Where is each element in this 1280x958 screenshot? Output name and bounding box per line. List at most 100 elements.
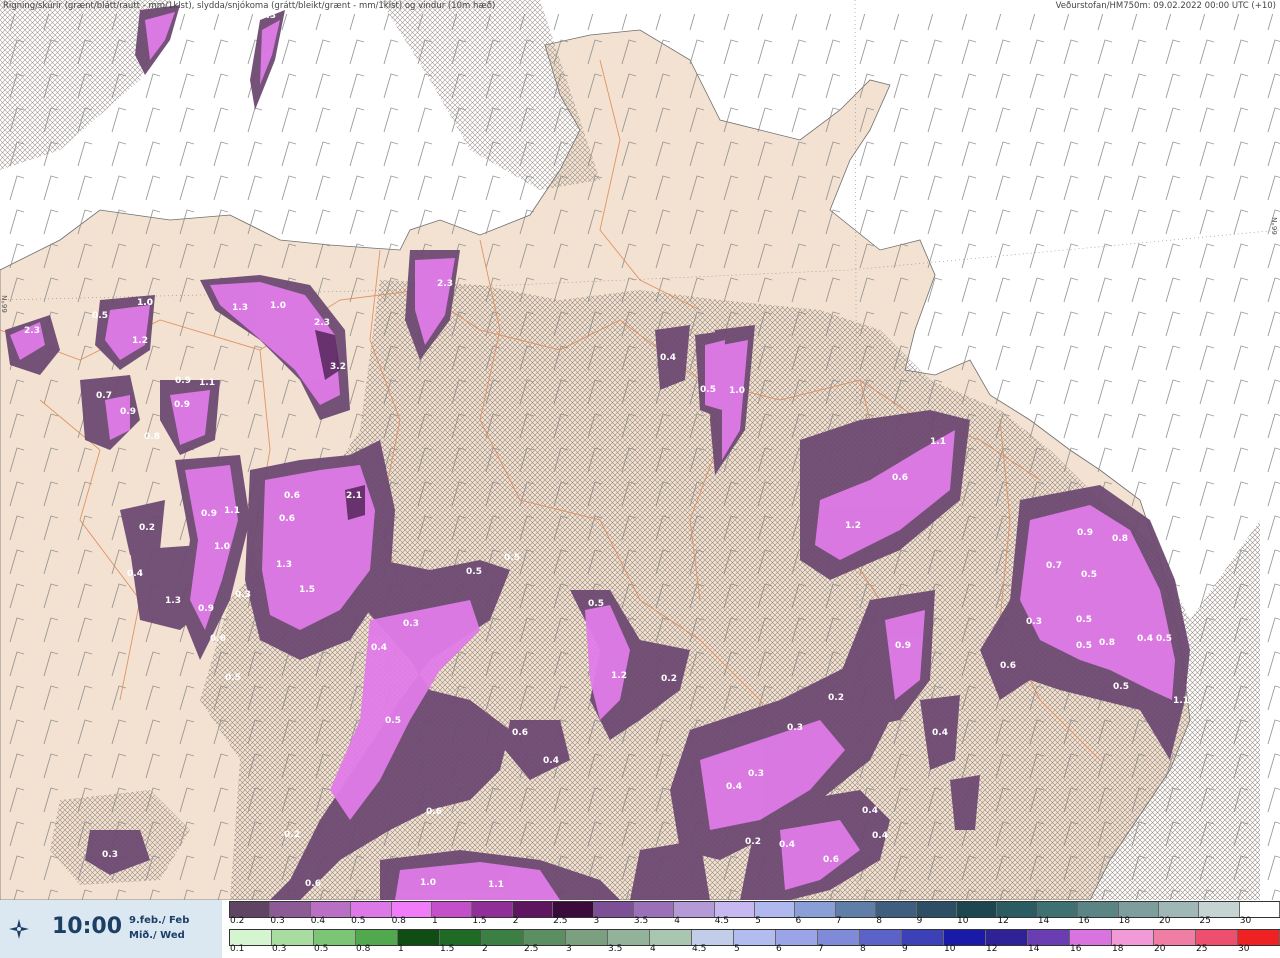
scale-label: 12: [997, 916, 1009, 926]
scale-label: 0.3: [272, 944, 287, 954]
precip-value: 0.5: [1076, 615, 1092, 625]
precip-value: 0.2: [661, 674, 677, 684]
scale-label: 30: [1238, 944, 1250, 954]
precip-value: 0.7: [96, 391, 112, 401]
precip-value: 0.9: [174, 400, 190, 410]
weather-map[interactable]: 2.3 1.0 2.3 1.2 1.0 0.5 0.9 0.7 0.9 1.1 0.9 0.8 2.3 1…: [0, 0, 1280, 900]
precip-value: 1.1: [1173, 696, 1189, 706]
scale-label: 18: [1112, 944, 1124, 954]
precip-value: 1.2: [132, 336, 148, 346]
scale-label: 4: [674, 916, 681, 926]
scale-label: 3: [593, 916, 600, 926]
scale-swatch: [1239, 902, 1280, 917]
precip-value: 1.1: [199, 378, 215, 388]
scale-label: 30: [1239, 916, 1252, 926]
precip-value: 0.3: [235, 590, 251, 600]
scale-swatch: [860, 930, 902, 945]
scale-label: 16: [1078, 916, 1090, 926]
precip-value: 0.4: [862, 806, 878, 816]
scale-swatch: [431, 902, 473, 917]
precip-value: 0.3: [1026, 617, 1042, 627]
precip-value: 0.6: [426, 807, 442, 817]
precip-value: 0.6: [892, 473, 908, 483]
scale-label: 7: [835, 916, 842, 926]
precip-value: 0.9: [175, 376, 191, 386]
scale-label: 20: [1158, 916, 1171, 926]
precip-value: 0.8: [1099, 638, 1115, 648]
forecast-time: 10:00: [52, 914, 123, 939]
forecast-date-line2: Mið./ Wed: [129, 930, 185, 941]
precip-value: 0.5: [1081, 570, 1097, 580]
scale-swatch: [674, 902, 715, 917]
precip-value: 0.4: [371, 643, 387, 653]
scale-label: 0.8: [356, 944, 371, 954]
scale-swatch: [310, 902, 352, 917]
scale-swatch: [944, 930, 986, 945]
scale-swatch: [734, 930, 776, 945]
precip-value: 1.1: [930, 437, 946, 447]
map-header-right: Veðurstofan/HM750m: 09.02.2022 00:00 UTC…: [1055, 1, 1276, 11]
wind-compass-icon[interactable]: [8, 918, 30, 940]
precip-value: 0.5: [504, 553, 520, 563]
precip-value: 0.9: [895, 641, 911, 651]
precip-value: 1.1: [224, 506, 240, 516]
scale-label: 4: [650, 944, 656, 954]
latitude-label-east: 66°N: [1270, 217, 1279, 235]
precip-value: 1.0: [420, 878, 436, 888]
precip-value: 0.4: [726, 782, 742, 792]
precip-value: 1.5: [299, 585, 315, 595]
scale-swatch: [714, 902, 756, 917]
scale-swatch: [776, 930, 818, 945]
scale-swatch: [270, 902, 311, 917]
precip-value: 0.5: [466, 567, 482, 577]
precip-value: 0.3: [748, 769, 764, 779]
precip-value: 0.9: [201, 509, 217, 519]
scale-swatch: [482, 930, 524, 945]
scale-swatch: [1070, 930, 1112, 945]
precip-value: 0.4: [660, 353, 676, 363]
precip-value: 0.5: [1156, 634, 1172, 644]
scale-label: 10: [957, 916, 969, 926]
scale-label: 3.5: [633, 916, 649, 926]
scale-swatch: [1028, 930, 1070, 945]
scale-swatch: [230, 930, 272, 945]
time-panel: 10:00 9.feb./ Feb Mið./ Wed: [0, 900, 222, 958]
scale-label: 7: [818, 944, 824, 954]
scale-swatch: [1118, 902, 1159, 917]
scale-swatch: [314, 930, 356, 945]
scale-swatch: [997, 902, 1038, 917]
precip-value: 1.1: [488, 880, 504, 890]
scale-label: 18: [1118, 916, 1131, 926]
scale-label: 2.5: [553, 916, 568, 926]
scale-swatch: [633, 902, 675, 917]
scale-label: 6: [776, 944, 782, 954]
scale-swatch: [230, 902, 271, 917]
scale-label: 1: [398, 944, 404, 954]
precip-value: 0.6: [823, 855, 839, 865]
precip-value: 2.3: [260, 11, 276, 21]
scale-label: 9: [902, 944, 908, 954]
precip-value: 0.6: [279, 514, 295, 524]
precip-value: 1.0: [214, 542, 230, 552]
scale-swatch: [524, 930, 566, 945]
scale-label: 2.5: [524, 944, 539, 954]
scale-swatch: [398, 930, 440, 945]
precip-value: 0.4: [1137, 634, 1153, 644]
precip-value: 0.6: [512, 728, 528, 738]
precip-value: 1.3: [232, 303, 248, 313]
scale-swatch: [1078, 902, 1119, 917]
scale-label: 8: [876, 916, 882, 926]
scale-label: 0.5: [314, 944, 329, 954]
scale-label: 14: [1028, 944, 1040, 954]
scale-label: 2: [512, 916, 519, 926]
scale-swatch: [876, 902, 917, 917]
scale-swatch: [795, 902, 836, 917]
scale-swatch: [1238, 930, 1280, 945]
scale-swatch: [957, 902, 998, 917]
map-header-left: Rigning/skúrir (grænt/blátt/rautt - mm/1…: [3, 1, 496, 11]
precip-value: 2.1: [346, 491, 362, 501]
scale-label: 4.5: [692, 944, 707, 954]
scale-swatch: [608, 930, 650, 945]
scale-label: 2: [482, 944, 488, 954]
precip-value: 0.3: [102, 850, 118, 860]
